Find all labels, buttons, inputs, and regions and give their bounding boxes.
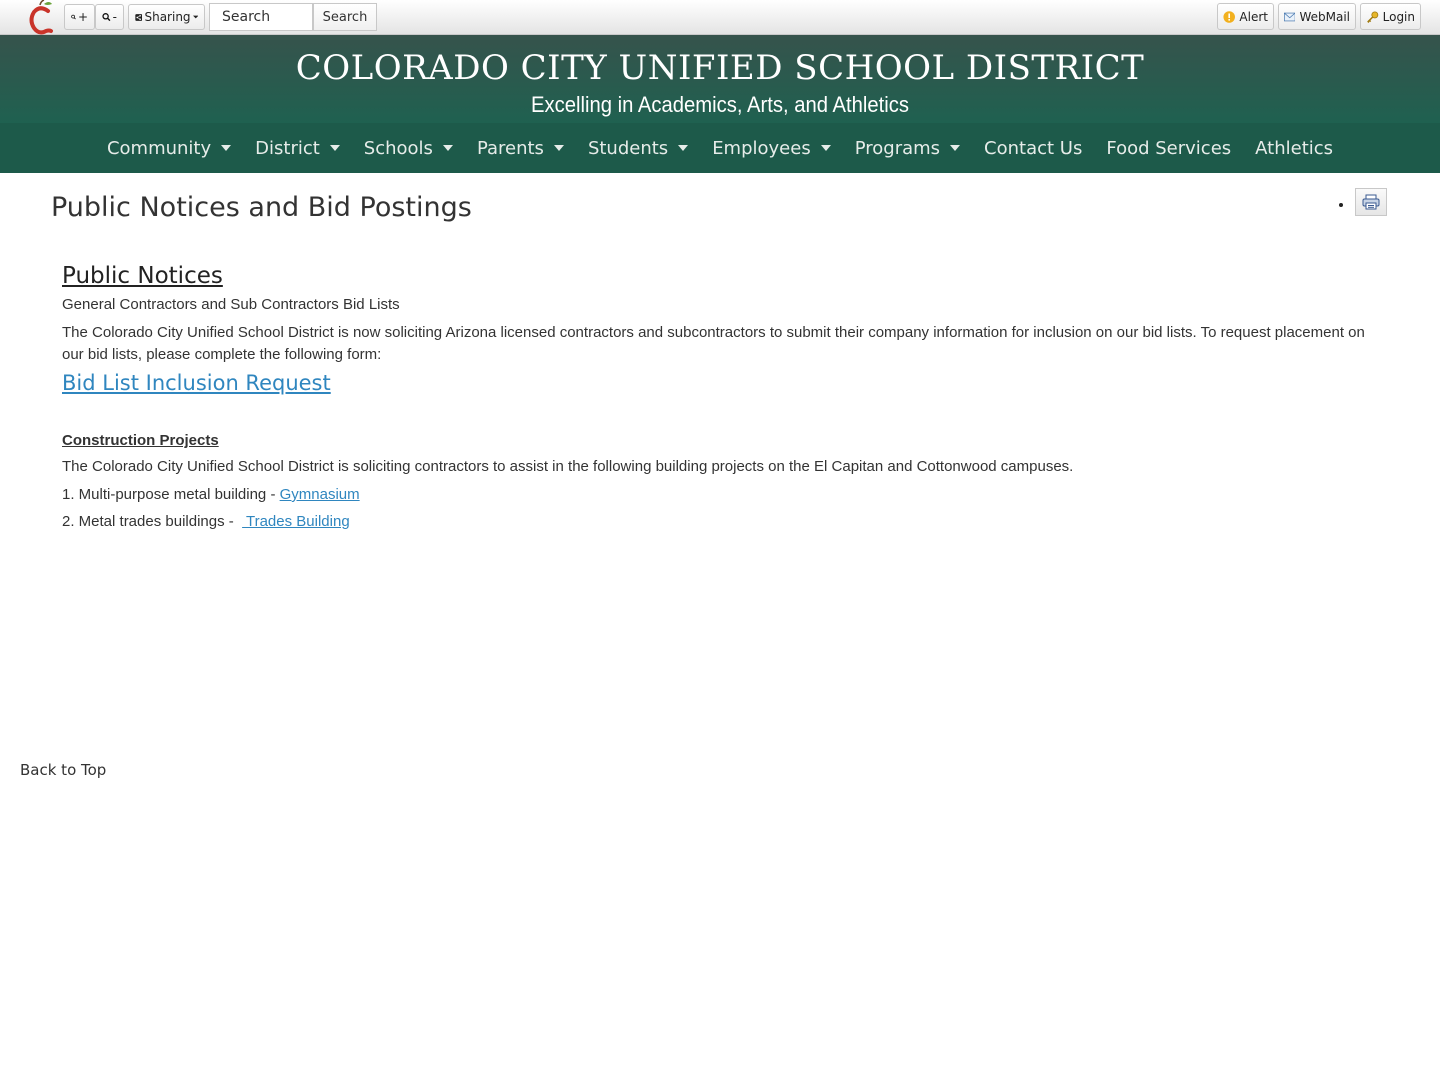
- nav-item-schools[interactable]: Schools: [352, 123, 465, 173]
- webmail-button[interactable]: WebMail: [1278, 3, 1356, 30]
- back-to-top-link[interactable]: Back to Top: [20, 759, 106, 781]
- share-icon: [135, 13, 143, 21]
- top-toolbar: + - Sharing Search Alert WebMail Login: [0, 0, 1440, 35]
- nav-item-community[interactable]: Community: [95, 123, 243, 173]
- webmail-label: WebMail: [1299, 9, 1350, 24]
- site-subtitle: Excelling in Academics, Arts, and Athlet…: [530, 92, 910, 117]
- zoom-in-label: +: [77, 10, 88, 24]
- nav-item-food-services[interactable]: Food Services: [1094, 123, 1243, 173]
- nav-item-athletics[interactable]: Athletics: [1243, 123, 1345, 173]
- nav-item-contact-us[interactable]: Contact Us: [972, 123, 1094, 173]
- printer-icon: [1362, 194, 1380, 210]
- nav-item-label: Schools: [363, 137, 433, 159]
- caret-down-icon: [950, 145, 961, 151]
- nav-item-label: Contact Us: [984, 137, 1083, 159]
- bid-lists-text: The Colorado City Unified School Distric…: [62, 324, 1365, 363]
- caret-down-icon: [678, 145, 689, 151]
- bid-list-inclusion-link[interactable]: Bid List Inclusion Request: [62, 368, 331, 398]
- project-1-text: 1. Multi-purpose metal building -: [62, 486, 280, 503]
- sharing-button[interactable]: Sharing: [128, 4, 205, 30]
- search-input[interactable]: [209, 3, 313, 31]
- login-button[interactable]: Login: [1360, 3, 1421, 30]
- zoom-out-button[interactable]: -: [95, 4, 124, 30]
- zoom-out-icon: [102, 13, 111, 22]
- nav-item-label: Students: [587, 137, 669, 159]
- project-item-1: 1. Multi-purpose metal building - Gymnas…: [62, 484, 1382, 506]
- project-2-text: 2. Metal trades buildings -: [62, 513, 243, 530]
- caret-down-icon: [442, 145, 453, 151]
- nav-item-label: Programs: [854, 137, 941, 159]
- nav-item-label: Athletics: [1255, 137, 1334, 159]
- gymnasium-link[interactable]: Gymnasium: [280, 486, 360, 503]
- nav-item-students[interactable]: Students: [576, 123, 700, 173]
- nav-item-label: Community: [106, 137, 212, 159]
- alert-icon: [1223, 10, 1235, 23]
- project-item-2: 2. Metal trades buildings - Trades Build…: [62, 511, 1382, 533]
- caret-down-icon: [192, 15, 198, 19]
- caret-down-icon: [553, 145, 564, 151]
- main-nav: Community District Schools Parents Stude…: [0, 123, 1440, 173]
- zoom-in-button[interactable]: +: [64, 4, 95, 30]
- print-button[interactable]: [1355, 188, 1387, 216]
- page-title: Public Notices and Bid Postings: [51, 192, 472, 223]
- zoom-out-label: -: [112, 10, 117, 24]
- list-bullet: [1339, 203, 1343, 207]
- caret-down-icon: [329, 145, 340, 151]
- construction-projects-heading: Construction Projects: [62, 432, 219, 449]
- nav-item-programs[interactable]: Programs: [843, 123, 972, 173]
- public-notices-heading: Public Notices: [62, 263, 223, 289]
- site-title[interactable]: COLORADO CITY UNIFIED SCHOOL DISTRICT: [0, 48, 1440, 88]
- search-button[interactable]: Search: [313, 3, 377, 31]
- caret-down-icon: [221, 145, 232, 151]
- site-banner: COLORADO CITY UNIFIED SCHOOL DISTRICT Ex…: [0, 35, 1440, 123]
- key-icon: [1367, 10, 1379, 23]
- alert-button[interactable]: Alert: [1217, 3, 1274, 30]
- caret-down-icon: [820, 145, 831, 151]
- nav-item-label: Parents: [476, 137, 544, 159]
- login-label: Login: [1382, 9, 1415, 24]
- nav-item-label: Employees: [712, 137, 811, 159]
- apple-logo-icon[interactable]: [26, 0, 58, 35]
- mail-icon: [1284, 12, 1296, 21]
- trades-building-link[interactable]: Trades Building: [242, 513, 350, 530]
- sharing-label: Sharing: [144, 10, 191, 24]
- zoom-in-icon: [71, 14, 76, 20]
- nav-item-district[interactable]: District: [243, 123, 352, 173]
- construction-text: The Colorado City Unified School Distric…: [62, 458, 1074, 475]
- alert-label: Alert: [1239, 9, 1268, 24]
- nav-item-employees[interactable]: Employees: [700, 123, 843, 173]
- bid-lists-heading: General Contractors and Sub Contractors …: [62, 296, 400, 313]
- nav-item-label: Food Services: [1106, 137, 1232, 159]
- nav-item-label: District: [255, 137, 320, 159]
- nav-item-parents[interactable]: Parents: [465, 123, 576, 173]
